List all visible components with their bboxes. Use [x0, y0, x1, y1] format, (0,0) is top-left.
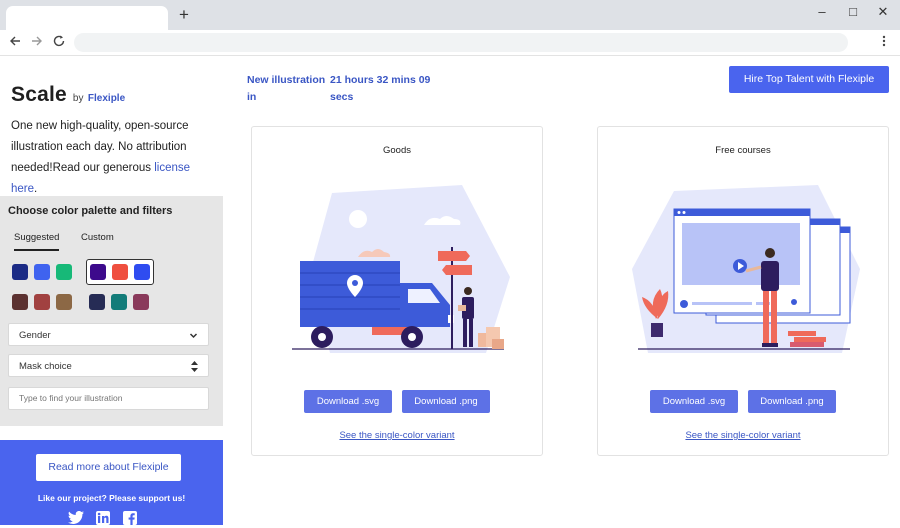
mask-select-value: Mask choice	[19, 361, 72, 372]
close-window-button[interactable]: ✕	[874, 5, 892, 19]
color-swatch	[89, 294, 105, 310]
color-swatch	[34, 264, 50, 280]
new-tab-button[interactable]: +	[176, 6, 192, 23]
filters-title: Choose color palette and filters	[8, 205, 173, 217]
card-title: Free courses	[715, 145, 771, 156]
download-svg-button[interactable]: Download .svg	[650, 390, 738, 413]
gender-select[interactable]: Gender	[8, 323, 209, 346]
brand-company: Flexiple	[87, 93, 126, 104]
search-illustration-input[interactable]	[8, 387, 209, 410]
support-panel: Read more about Flexiple Like our projec…	[0, 440, 223, 525]
brand-name: Scale	[11, 83, 67, 106]
illustration-card-goods: Goods Download .svg Download .png See th…	[251, 126, 543, 456]
palette-option[interactable]	[86, 290, 152, 316]
back-arrow-icon	[10, 36, 20, 46]
reload-icon	[53, 35, 65, 47]
color-swatch	[112, 264, 128, 280]
brand-logo[interactable]: Scale by Flexiple	[11, 83, 125, 107]
maximize-button[interactable]: □	[844, 5, 862, 19]
filters-panel: Choose color palette and filters Suggest…	[0, 196, 223, 426]
illustration-card-free-courses: Free courses Download .svg Download .png…	[597, 126, 889, 456]
back-button[interactable]	[7, 34, 23, 50]
countdown-label: New illustration in	[247, 74, 326, 103]
read-more-button[interactable]: Read more about Flexiple	[36, 454, 181, 481]
hire-talent-button[interactable]: Hire Top Talent with Flexiple	[729, 66, 889, 93]
single-color-variant-link[interactable]: See the single-color variant	[252, 430, 542, 441]
forward-arrow-icon	[32, 36, 42, 46]
tab-suggested[interactable]: Suggested	[14, 232, 60, 251]
download-png-button[interactable]: Download .png	[748, 390, 836, 413]
minimize-button[interactable]: –	[813, 5, 831, 19]
address-bar[interactable]	[74, 33, 848, 52]
updown-arrows-icon	[191, 355, 198, 378]
page-content: Scale by Flexiple One new high-quality, o…	[0, 56, 900, 525]
download-png-button[interactable]: Download .png	[402, 390, 490, 413]
twitter-icon[interactable]	[68, 510, 84, 525]
color-swatch	[111, 294, 127, 310]
delivery-truck-illustration	[292, 185, 510, 353]
color-swatch	[12, 294, 28, 310]
palette-option-selected[interactable]	[86, 259, 154, 285]
color-swatch	[134, 264, 150, 280]
facebook-icon[interactable]	[122, 511, 138, 525]
kebab-menu-icon	[882, 35, 886, 47]
forward-button[interactable]	[29, 34, 45, 50]
card-title: Goods	[383, 145, 411, 156]
browser-tab[interactable]	[6, 6, 168, 30]
intro-text: One new high-quality, open-source illust…	[11, 116, 211, 200]
mask-select[interactable]: Mask choice	[8, 354, 209, 377]
tab-custom[interactable]: Custom	[81, 232, 114, 249]
browser-tabbar: + – □ ✕	[0, 0, 900, 30]
linkedin-icon[interactable]	[95, 511, 111, 525]
gender-select-value: Gender	[19, 330, 51, 341]
single-color-variant-link[interactable]: See the single-color variant	[598, 430, 888, 441]
color-swatch	[90, 264, 106, 280]
intro-suffix: .	[34, 183, 38, 195]
color-swatch	[56, 264, 72, 280]
download-svg-button[interactable]: Download .svg	[304, 390, 392, 413]
brand-by: by	[72, 93, 84, 104]
color-swatch	[12, 264, 28, 280]
palette-option[interactable]	[8, 290, 76, 316]
color-swatch	[56, 294, 72, 310]
reload-button[interactable]	[51, 34, 67, 50]
support-text: Like our project? Please support us!	[37, 493, 186, 503]
chevron-down-icon	[189, 324, 198, 347]
countdown-value: 21 hours 32 mins 09 secs	[330, 74, 431, 103]
online-course-illustration	[632, 185, 860, 353]
browser-menu-button[interactable]	[878, 34, 890, 50]
palette-option[interactable]	[8, 260, 76, 286]
browser-toolbar	[0, 30, 900, 56]
color-swatch	[34, 294, 50, 310]
color-swatch	[133, 294, 149, 310]
